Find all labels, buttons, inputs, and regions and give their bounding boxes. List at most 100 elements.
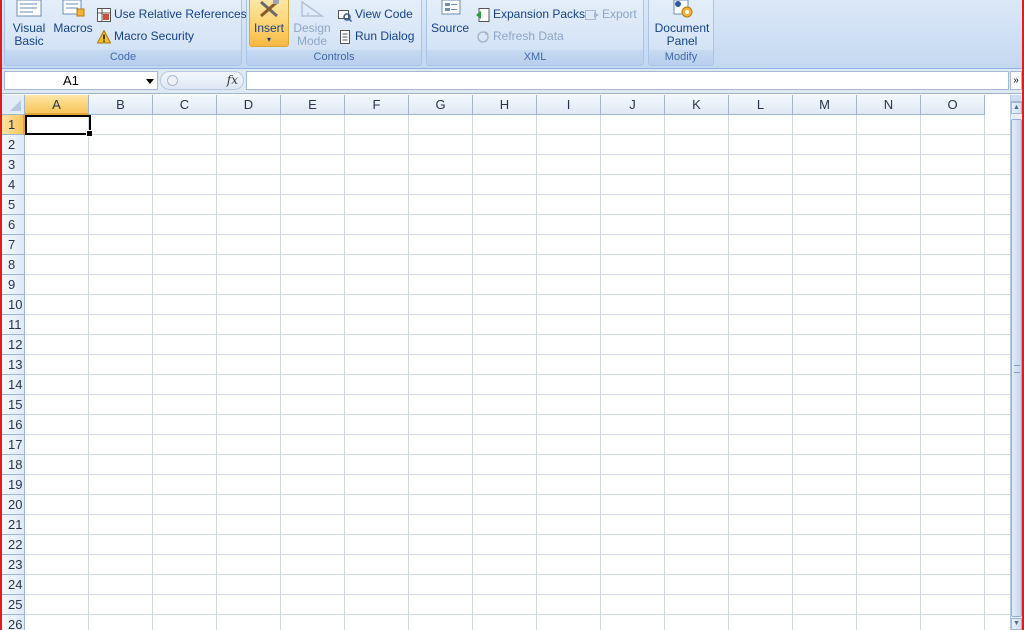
- row-header-23[interactable]: 23: [2, 555, 25, 575]
- tools-icon: [260, 0, 279, 18]
- source-label: Source: [430, 21, 470, 35]
- scroll-up-icon[interactable]: ▲: [1011, 102, 1022, 114]
- vertical-scrollbar[interactable]: ▲ ▼: [1010, 95, 1022, 630]
- export-label: Export: [602, 7, 637, 21]
- column-header-b[interactable]: B: [89, 95, 153, 115]
- name-box-value: A1: [63, 73, 79, 88]
- row-header-25[interactable]: 25: [2, 595, 25, 615]
- splitter-handle[interactable]: [167, 75, 178, 86]
- formula-input[interactable]: [246, 71, 1009, 90]
- row-header-15[interactable]: 15: [2, 395, 25, 415]
- row-header-9[interactable]: 9: [2, 275, 25, 295]
- scroll-down-icon[interactable]: ▼: [1011, 618, 1022, 630]
- column-header-d[interactable]: D: [217, 95, 281, 115]
- run-dialog-button[interactable]: Run Dialog: [338, 29, 414, 44]
- column-header-c[interactable]: C: [153, 95, 217, 115]
- column-header-m[interactable]: M: [793, 95, 857, 115]
- row-headers: 1 2 3 4 5 6 7 8 9 10 11 12 13 14 15 16 17 18 19 20 21 22 23 24 2…: [2, 115, 25, 630]
- column-header-l[interactable]: L: [729, 95, 793, 115]
- active-cell-a1[interactable]: [25, 115, 93, 137]
- run-dialog-icon: [340, 29, 350, 44]
- row-header-11[interactable]: 11: [2, 315, 25, 335]
- warning-icon: [97, 29, 111, 44]
- design-mode-label-2: Mode: [296, 34, 328, 48]
- formula-tools: fx: [160, 71, 244, 90]
- xml-group-label: XML: [427, 50, 643, 65]
- view-code-label: View Code: [355, 7, 413, 21]
- row-header-5[interactable]: 5: [2, 195, 25, 215]
- row-header-10[interactable]: 10: [2, 295, 25, 315]
- row-header-12[interactable]: 12: [2, 335, 25, 355]
- expansion-packs-icon: [476, 7, 490, 22]
- run-dialog-label: Run Dialog: [355, 29, 415, 43]
- export-button[interactable]: Export: [585, 7, 637, 22]
- column-header-a[interactable]: A: [25, 95, 89, 115]
- source-button[interactable]: Source: [430, 0, 470, 35]
- row-header-14[interactable]: 14: [2, 375, 25, 395]
- row-header-21[interactable]: 21: [2, 515, 25, 535]
- column-header-k[interactable]: K: [665, 95, 729, 115]
- split-box[interactable]: [1011, 95, 1022, 102]
- export-icon: [585, 9, 599, 20]
- row-header-6[interactable]: 6: [2, 215, 25, 235]
- scroll-grip-icon: [1014, 365, 1020, 373]
- source-icon: [441, 0, 461, 15]
- column-headers: ABCDEFGHIJKLMNO: [25, 95, 1010, 115]
- column-header-o[interactable]: O: [921, 95, 985, 115]
- row-header-18[interactable]: 18: [2, 455, 25, 475]
- column-header-j[interactable]: J: [601, 95, 665, 115]
- row-header-20[interactable]: 20: [2, 495, 25, 515]
- row-header-2[interactable]: 2: [2, 135, 25, 155]
- row-header-16[interactable]: 16: [2, 415, 25, 435]
- name-box[interactable]: A1: [4, 71, 158, 90]
- row-header-26[interactable]: 26: [2, 615, 25, 630]
- design-mode-button[interactable]: Design Mode: [292, 0, 332, 48]
- insert-button[interactable]: Insert ▾: [250, 0, 288, 44]
- macros-label: Macros: [53, 21, 93, 35]
- window-frame-left: [0, 0, 2, 630]
- row-header-1[interactable]: 1: [2, 115, 25, 135]
- visual-basic-label-2: Basic: [14, 34, 44, 48]
- macro-security-button[interactable]: Macro Security: [97, 29, 194, 44]
- insert-function-icon[interactable]: fx: [227, 73, 238, 87]
- visual-basic-button[interactable]: Visual Basic: [9, 0, 49, 48]
- document-panel-button[interactable]: Document Panel: [652, 0, 712, 48]
- scroll-thumb[interactable]: [1011, 119, 1022, 617]
- macros-button[interactable]: Macros: [53, 0, 93, 35]
- macros-icon: [62, 0, 85, 17]
- column-header-i[interactable]: I: [537, 95, 601, 115]
- document-panel-icon: [673, 0, 693, 18]
- cell-area[interactable]: [25, 115, 1010, 630]
- refresh-data-button[interactable]: Refresh Data: [476, 29, 564, 44]
- column-header-e[interactable]: E: [281, 95, 345, 115]
- row-header-19[interactable]: 19: [2, 475, 25, 495]
- expand-formula-bar-icon[interactable]: »: [1010, 71, 1022, 90]
- worksheet-grid: ABCDEFGHIJKLMNO 1 2 3 4 5 6 7 8 9 10 11 12 13 14 15 16 1…: [2, 95, 1010, 630]
- row-header-4[interactable]: 4: [2, 175, 25, 195]
- macro-security-label: Macro Security: [114, 29, 195, 43]
- row-header-3[interactable]: 3: [2, 155, 25, 175]
- insert-dropdown-icon: ▾: [266, 35, 271, 44]
- document-panel-label-2: Panel: [666, 34, 698, 48]
- row-header-8[interactable]: 8: [2, 255, 25, 275]
- modify-group: Document Panel Modify: [648, 0, 714, 66]
- row-header-13[interactable]: 13: [2, 355, 25, 375]
- code-group-label: Code: [5, 50, 241, 65]
- formula-bar: A1 fx »: [2, 69, 1022, 94]
- row-header-22[interactable]: 22: [2, 535, 25, 555]
- row-header-7[interactable]: 7: [2, 235, 25, 255]
- row-header-17[interactable]: 17: [2, 435, 25, 455]
- xml-group: Source Expansion Packs Refresh Data Expo…: [426, 0, 644, 66]
- select-all-button[interactable]: [2, 95, 25, 115]
- column-header-h[interactable]: H: [473, 95, 537, 115]
- expansion-packs-button[interactable]: Expansion Packs: [476, 7, 585, 22]
- row-header-24[interactable]: 24: [2, 575, 25, 595]
- refresh-data-label: Refresh Data: [493, 29, 564, 43]
- column-header-g[interactable]: G: [409, 95, 473, 115]
- use-relative-references-button[interactable]: Use Relative References: [97, 7, 247, 22]
- name-box-dropdown-icon[interactable]: [146, 79, 154, 84]
- view-code-button[interactable]: View Code: [338, 7, 413, 22]
- column-header-n[interactable]: N: [857, 95, 921, 115]
- design-mode-icon: [301, 0, 325, 17]
- column-header-f[interactable]: F: [345, 95, 409, 115]
